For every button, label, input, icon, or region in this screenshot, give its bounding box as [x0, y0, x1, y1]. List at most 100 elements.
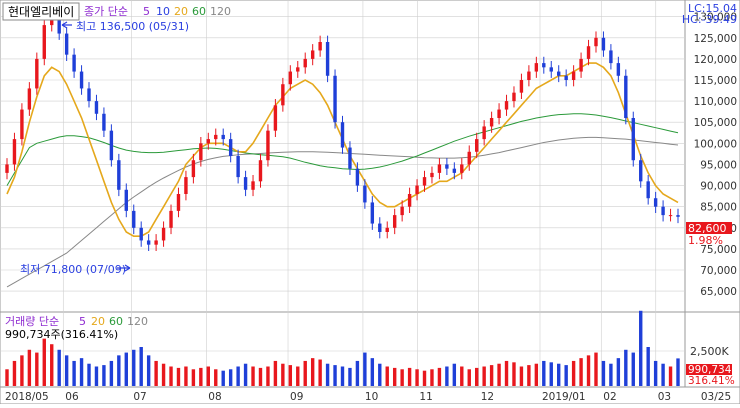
candle-body [27, 88, 32, 110]
candle-body [42, 25, 46, 59]
candle-body [191, 160, 196, 178]
last-volume-pct: 316.41% [688, 375, 735, 387]
volume-value: 990,734주(316.41%) [5, 328, 118, 341]
candle-body [646, 181, 650, 199]
candle-body [20, 109, 24, 140]
volume-bar [228, 369, 233, 386]
candle-body [407, 194, 412, 207]
candle-body [132, 210, 136, 228]
volume-bar [42, 338, 46, 386]
chart-canvas: 130,000125,000120,000115,000110,000105,0… [0, 0, 740, 405]
vol-ma20-label[interactable]: 20 [91, 315, 105, 328]
volume-bar [594, 352, 598, 386]
candle-body [519, 80, 524, 93]
time-tick-label: 03/25 [701, 391, 731, 403]
volume-bar [616, 358, 621, 386]
volume-bar [288, 365, 293, 386]
volume-bar [94, 366, 99, 386]
candle-body [557, 71, 561, 76]
volume-bar [79, 358, 84, 386]
candle-body [586, 46, 591, 59]
volume-bar [57, 349, 61, 386]
candle-body [489, 118, 494, 127]
candle-body [422, 177, 427, 186]
volume-bar [415, 369, 419, 386]
volume-bar [325, 363, 330, 386]
volume-bar [214, 369, 218, 386]
volume-bar [579, 358, 583, 386]
volume-bar [296, 366, 300, 386]
candle-body [534, 63, 539, 72]
price-tick-label: 120,000 [694, 54, 737, 66]
candle-body [512, 92, 516, 102]
volume-bar [348, 367, 352, 386]
volume-bar [154, 360, 158, 386]
volume-bar [609, 363, 613, 386]
candle-body [475, 139, 479, 152]
price-tick-label: 110,000 [694, 96, 737, 108]
volume-bar [199, 367, 203, 386]
volume-bar [273, 360, 278, 386]
candle-body [251, 181, 255, 190]
candle-body [169, 210, 173, 228]
volume-bar [564, 365, 568, 386]
volume-bar [668, 366, 673, 386]
volume-bar [161, 363, 166, 386]
ma10-label[interactable]: 10 [156, 5, 170, 18]
volume-bar [169, 366, 173, 386]
candle-body [199, 143, 203, 161]
time-tick-label: 2019/01 [542, 391, 586, 403]
volume-bar [497, 363, 501, 386]
price-tick-label: 70,000 [700, 265, 737, 277]
ma60-label[interactable]: 60 [192, 5, 206, 18]
candle-body [452, 168, 457, 173]
time-tick-label: 10 [365, 391, 378, 403]
volume-bar [318, 359, 322, 386]
ma120-label[interactable]: 120 [210, 5, 231, 18]
volume-bar [631, 352, 635, 386]
vol-ma5-label[interactable]: 5 [79, 315, 86, 328]
vol-ma60-label[interactable]: 60 [109, 315, 123, 328]
volume-bar [132, 349, 136, 386]
volume-bar [646, 347, 650, 386]
volume-bar [363, 352, 367, 386]
candle-body [639, 160, 643, 182]
candle-body [392, 215, 397, 228]
candle-body [64, 33, 69, 55]
vol-ma120-label[interactable]: 120 [127, 315, 148, 328]
stock-name: 현대엘리베이 [8, 5, 74, 19]
candle-body [184, 177, 188, 194]
candle-body [571, 71, 576, 80]
ma20-label[interactable]: 20 [174, 5, 188, 18]
volume-bar [146, 355, 151, 386]
candle-body [79, 71, 84, 89]
price-tick-label: 125,000 [694, 33, 737, 45]
volume-bar [243, 363, 248, 386]
volume-bar [50, 344, 54, 386]
ma5-label[interactable]: 5 [143, 5, 150, 18]
volume-bar [266, 366, 270, 386]
time-tick-label: 2018/05 [5, 391, 49, 403]
volume-bar [460, 366, 464, 386]
volume-bar [653, 360, 658, 386]
candle-body [527, 71, 531, 80]
candle-body [348, 147, 352, 169]
candle-body [631, 118, 635, 161]
candle-body [601, 37, 606, 51]
volume-bar [430, 369, 434, 386]
volume-bar [102, 365, 106, 386]
volume-bar [571, 360, 576, 386]
volume-bar [452, 363, 457, 386]
candle-body [467, 151, 471, 165]
candle-body [355, 168, 360, 186]
volume-bar [5, 369, 9, 386]
volume-bar [20, 355, 24, 386]
volume-bar [184, 366, 188, 386]
candle-body [653, 198, 658, 207]
candle-body [258, 160, 263, 182]
candle-body [266, 130, 270, 161]
volume-bar [422, 370, 427, 386]
time-tick-label: 08 [208, 391, 221, 403]
volume-bar [340, 366, 345, 386]
candle-body [154, 240, 158, 245]
